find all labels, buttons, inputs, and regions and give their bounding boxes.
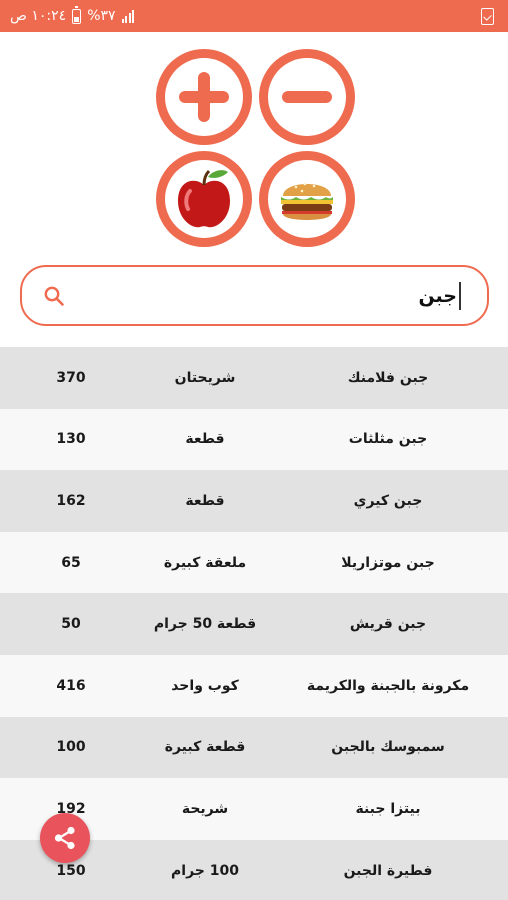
calories-value: 65 bbox=[61, 554, 81, 571]
burger-icon bbox=[281, 182, 333, 220]
battery-icon bbox=[72, 5, 82, 24]
share-button[interactable] bbox=[40, 813, 90, 863]
serving-unit: قطعة bbox=[185, 431, 225, 448]
food-name: بيتزا جبنة bbox=[355, 800, 421, 817]
food-name: جبن كيري bbox=[353, 492, 423, 509]
serving-unit: قطعة 50 جرام bbox=[153, 616, 257, 633]
list-item[interactable]: 162 قطعة جبن كيري bbox=[0, 470, 508, 532]
food-name: جبن مثلثات bbox=[348, 431, 428, 448]
calories-value: 150 bbox=[56, 862, 86, 879]
calories-value: 50 bbox=[61, 616, 81, 633]
status-time: ١٠:٢٤ ص bbox=[10, 8, 67, 24]
search-icon[interactable] bbox=[42, 284, 66, 308]
add-food-button[interactable] bbox=[156, 49, 252, 145]
search-input[interactable] bbox=[66, 284, 457, 307]
food-name: جبن موتزاريلا bbox=[341, 554, 435, 571]
food-name: مكرونة بالجبنة والكريمة bbox=[306, 677, 470, 694]
serving-unit: شريحتان bbox=[174, 369, 236, 386]
list-item[interactable]: 65 ملعقة كبيرة جبن موتزاريلا bbox=[0, 531, 508, 594]
food-name: فطيرة الجبن bbox=[343, 862, 433, 879]
share-icon bbox=[54, 826, 75, 850]
text-cursor bbox=[459, 281, 461, 310]
food-name: سمبوسك بالجبن bbox=[331, 739, 445, 756]
list-item[interactable]: 416 كوب واحد مكرونة بالجبنة والكريمة bbox=[0, 654, 508, 717]
serving-unit: كوب واحد bbox=[171, 677, 239, 694]
list-item[interactable]: 370 شريحتان جبن فلامنك bbox=[0, 347, 508, 409]
calories-value: 130 bbox=[56, 431, 86, 448]
serving-unit: ملعقة كبيرة bbox=[163, 554, 247, 571]
calories-value: 162 bbox=[56, 492, 86, 509]
download-notification-icon bbox=[481, 7, 494, 25]
serving-unit: قطعة bbox=[185, 492, 225, 509]
food-name: جبن قريش bbox=[349, 616, 427, 633]
serving-unit: قطعة كبيرة bbox=[164, 739, 246, 756]
search-bar[interactable] bbox=[20, 265, 489, 326]
minus-icon bbox=[282, 91, 332, 103]
plus-icon bbox=[179, 72, 229, 122]
remove-food-button[interactable] bbox=[259, 49, 355, 145]
calories-value: 370 bbox=[56, 369, 86, 386]
status-bar: ١٠:٢٤ ص %٣٧ bbox=[0, 0, 508, 32]
signal-icon bbox=[121, 9, 135, 23]
calories-value: 100 bbox=[56, 739, 86, 756]
fruits-category-button[interactable] bbox=[156, 151, 252, 247]
list-item[interactable]: 130 قطعة جبن مثلثات bbox=[0, 408, 508, 471]
food-name: جبن فلامنك bbox=[347, 369, 429, 386]
apple-icon bbox=[178, 169, 230, 228]
battery-percent: %٣٧ bbox=[87, 8, 116, 24]
calories-value: 416 bbox=[56, 677, 86, 694]
serving-unit: شريحة bbox=[181, 800, 229, 817]
serving-unit: 100 جرام bbox=[171, 862, 239, 879]
list-item[interactable]: 50 قطعة 50 جرام جبن قريش bbox=[0, 593, 508, 655]
status-indicators: ١٠:٢٤ ص %٣٧ bbox=[10, 5, 135, 24]
fastfood-category-button[interactable] bbox=[259, 151, 355, 247]
list-item[interactable]: 100 قطعة كبيرة سمبوسك بالجبن bbox=[0, 716, 508, 779]
